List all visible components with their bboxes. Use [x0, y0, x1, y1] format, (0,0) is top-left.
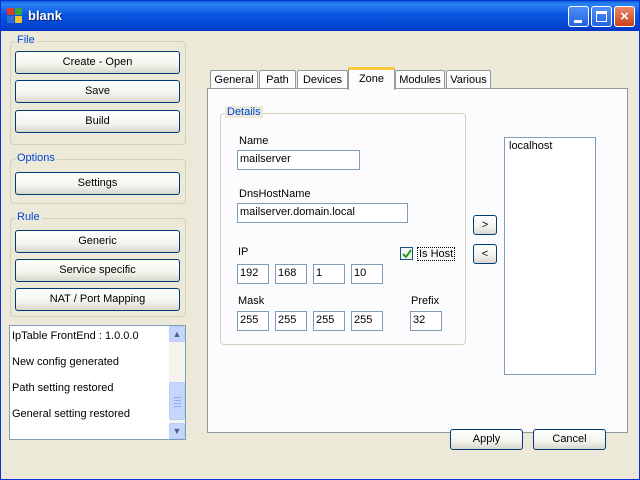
- log-line: Path setting restored: [12, 382, 114, 394]
- dnshostname-field[interactable]: mailserver.domain.local: [237, 203, 408, 223]
- ip-label: IP: [238, 246, 249, 258]
- checkmark-icon: [402, 249, 412, 259]
- chevron-up-icon: ▲: [172, 329, 182, 339]
- tab-path[interactable]: Path: [259, 70, 296, 89]
- service-specific-button[interactable]: Service specific: [15, 259, 180, 282]
- is-host-label[interactable]: Is Host: [417, 247, 456, 261]
- client-area: File Create - Open Save Build Options Se…: [4, 31, 636, 477]
- scroll-down-button[interactable]: ▼: [169, 423, 185, 439]
- close-icon: ×: [620, 8, 629, 25]
- scroll-up-button[interactable]: ▲: [169, 326, 185, 342]
- mask-octet-3-field[interactable]: 255: [313, 311, 345, 331]
- remove-from-list-button[interactable]: <: [473, 244, 497, 264]
- details-group-label: Details: [225, 106, 263, 118]
- tab-general[interactable]: General: [210, 70, 258, 89]
- name-field[interactable]: mailserver: [237, 150, 360, 170]
- hosts-listbox[interactable]: localhost: [504, 137, 596, 375]
- tab-zone[interactable]: Zone: [348, 67, 395, 90]
- options-group-label: Options: [15, 152, 57, 164]
- name-label: Name: [239, 135, 269, 147]
- details-group: Details Name mailserver DnsHostName mail…: [220, 106, 466, 345]
- generic-button[interactable]: Generic: [15, 230, 180, 253]
- log-scrollbar[interactable]: ▲ ▼: [169, 326, 185, 439]
- log-line: IpTable FrontEnd : 1.0.0.0: [12, 330, 139, 342]
- prefix-field[interactable]: 32: [410, 311, 442, 331]
- list-item[interactable]: localhost: [509, 140, 552, 152]
- nat-port-mapping-button[interactable]: NAT / Port Mapping: [15, 288, 180, 311]
- create-open-button[interactable]: Create - Open: [15, 51, 180, 74]
- app-window: blank × File Create - Open Save Build Op…: [0, 0, 640, 480]
- rule-group-label: Rule: [15, 211, 42, 223]
- save-button[interactable]: Save: [15, 80, 180, 103]
- minimize-button[interactable]: [568, 6, 589, 27]
- log-line: New config generated: [12, 356, 120, 368]
- settings-button[interactable]: Settings: [15, 172, 180, 195]
- tab-devices[interactable]: Devices: [297, 70, 348, 89]
- mask-octet-1-field[interactable]: 255: [237, 311, 269, 331]
- title-bar[interactable]: blank ×: [1, 1, 639, 31]
- log-line: General setting restored: [12, 408, 131, 420]
- ip-octet-4-field[interactable]: 10: [351, 264, 383, 284]
- maximize-button[interactable]: [591, 6, 612, 27]
- file-group-label: File: [15, 34, 37, 46]
- close-button[interactable]: ×: [614, 6, 635, 27]
- maximize-icon: [596, 11, 607, 22]
- log-list[interactable]: IpTable FrontEnd : 1.0.0.0 New config ge…: [9, 325, 186, 440]
- app-icon: [7, 8, 23, 24]
- dnshostname-label: DnsHostName: [239, 188, 311, 200]
- tab-various[interactable]: Various: [446, 70, 491, 89]
- scroll-thumb[interactable]: [169, 382, 185, 420]
- cancel-button[interactable]: Cancel: [533, 429, 606, 450]
- build-button[interactable]: Build: [15, 110, 180, 133]
- mask-octet-4-field[interactable]: 255: [351, 311, 383, 331]
- tab-modules[interactable]: Modules: [395, 70, 445, 89]
- mask-label: Mask: [238, 295, 265, 307]
- prefix-label: Prefix: [411, 295, 440, 307]
- add-to-list-button[interactable]: >: [473, 215, 497, 235]
- ip-octet-1-field[interactable]: 192: [237, 264, 269, 284]
- chevron-down-icon: ▼: [172, 426, 182, 436]
- mask-octet-2-field[interactable]: 255: [275, 311, 307, 331]
- minimize-icon: [574, 20, 582, 23]
- window-title: blank: [28, 8, 62, 23]
- ip-octet-2-field[interactable]: 168: [275, 264, 307, 284]
- is-host-checkbox[interactable]: [400, 247, 413, 260]
- ip-octet-3-field[interactable]: 1: [313, 264, 345, 284]
- apply-button[interactable]: Apply: [450, 429, 523, 450]
- zone-tab-panel: Details Name mailserver DnsHostName mail…: [207, 88, 628, 450]
